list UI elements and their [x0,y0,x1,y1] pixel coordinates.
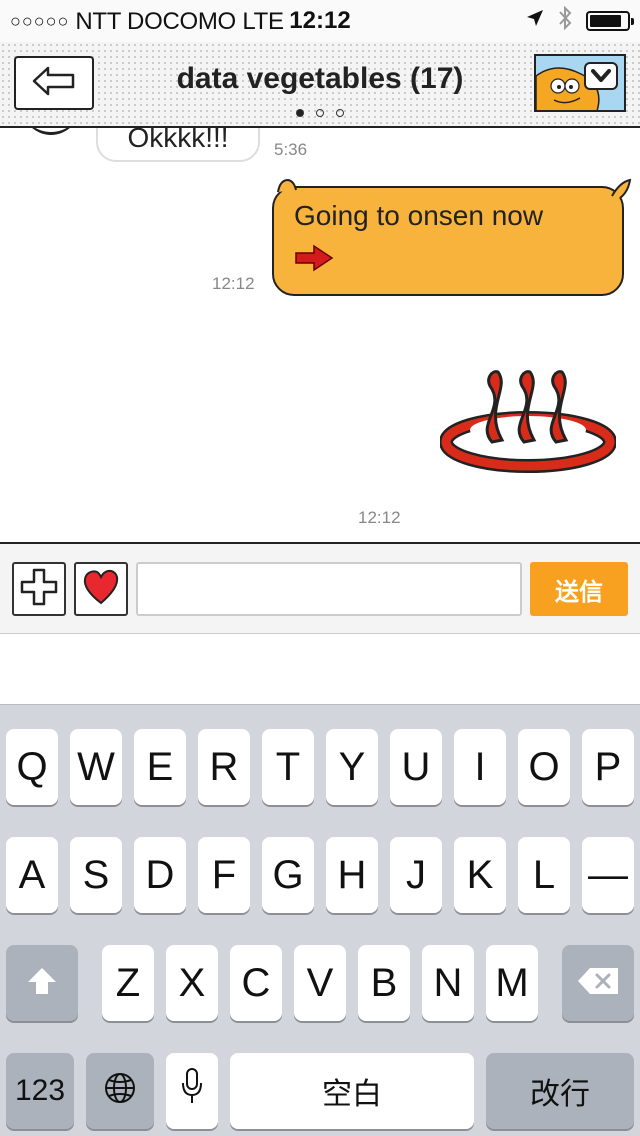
key-c[interactable]: C [230,945,282,1021]
chat-message-list[interactable]: Okkkk!!! 5:36 Going to onsen now 12:12 1… [0,128,640,542]
bluetooth-icon [558,5,572,35]
chevron-down-icon [584,62,618,90]
key-h[interactable]: H [326,837,378,913]
input-spacer [0,634,640,704]
message-text: Going to onsen now [294,200,544,231]
message-timestamp: 12:12 [212,274,255,293]
key-t[interactable]: T [262,729,314,805]
group-avatar-button[interactable] [534,54,626,112]
key-i[interactable]: I [454,729,506,805]
right-arrow-emoji-icon [294,244,602,279]
key-p[interactable]: P [582,729,634,805]
key-m[interactable]: M [486,945,538,1021]
space-key[interactable]: 空白 [230,1053,474,1129]
navigation-bar: data vegetables (17) [0,42,640,128]
bubble-tail-icon [611,178,632,199]
key-x[interactable]: X [166,945,218,1021]
network-type: LTE [242,8,284,35]
status-bar: ○○○○○ NTT DOCOMO LTE 12:12 [0,0,640,42]
key-dash[interactable]: — [582,837,634,913]
message-timestamp: 12:12 [358,508,401,527]
sender-avatar[interactable] [22,128,80,135]
back-arrow-icon [32,66,76,101]
key-n[interactable]: N [422,945,474,1021]
key-k[interactable]: K [454,837,506,913]
hot-spring-icon[interactable] [439,364,617,479]
location-arrow-icon [526,9,544,32]
return-key[interactable]: 改行 [486,1053,634,1129]
message-timestamp: 5:36 [274,140,308,159]
microphone-icon [180,1067,204,1115]
back-button[interactable] [14,56,94,110]
key-w[interactable]: W [70,729,122,805]
key-z[interactable]: Z [102,945,154,1021]
carrier-info: ○○○○○ NTT DOCOMO LTE [10,8,284,36]
dictation-key[interactable] [166,1053,218,1129]
key-s[interactable]: S [70,837,122,913]
key-y[interactable]: Y [326,729,378,805]
message-text: Okkkk!!! [127,128,229,153]
plus-icon [20,568,58,611]
backspace-key[interactable] [562,945,634,1021]
signal-strength-icon: ○○○○○ [10,11,70,31]
heart-icon [82,569,120,610]
key-u[interactable]: U [390,729,442,805]
shift-arrow-icon [26,961,58,1006]
key-j[interactable]: J [390,837,442,913]
key-g[interactable]: G [262,837,314,913]
key-e[interactable]: E [134,729,186,805]
key-a[interactable]: A [6,837,58,913]
carrier-name: NTT DOCOMO [75,8,236,35]
page-dot [316,109,324,117]
key-o[interactable]: O [518,729,570,805]
key-f[interactable]: F [198,837,250,913]
cat-ear-icon [277,178,297,193]
outgoing-message-bubble[interactable]: Going to onsen now [272,178,632,296]
incoming-message-bubble[interactable]: Okkkk!!! [96,128,260,162]
message-input-toolbar: 送信 [0,542,640,634]
key-r[interactable]: R [198,729,250,805]
send-button[interactable]: 送信 [530,562,628,616]
page-dot [296,109,304,117]
page-dot [336,109,344,117]
add-attachment-button[interactable] [12,562,66,616]
key-l[interactable]: L [518,837,570,913]
battery-icon [586,10,634,31]
sticker-button[interactable] [74,562,128,616]
backspace-icon [576,961,620,1006]
key-q[interactable]: Q [6,729,58,805]
shift-key[interactable] [6,945,78,1021]
keyboard: Q W E R T Y U I O P A S D F G H J K L — … [0,704,640,1136]
chat-title: data vegetables (17) [176,62,464,95]
globe-icon [104,1069,136,1114]
numbers-key[interactable]: 123 [6,1053,74,1129]
globe-key[interactable] [86,1053,154,1129]
key-d[interactable]: D [134,837,186,913]
key-v[interactable]: V [294,945,346,1021]
message-input[interactable] [136,562,522,616]
key-b[interactable]: B [358,945,410,1021]
